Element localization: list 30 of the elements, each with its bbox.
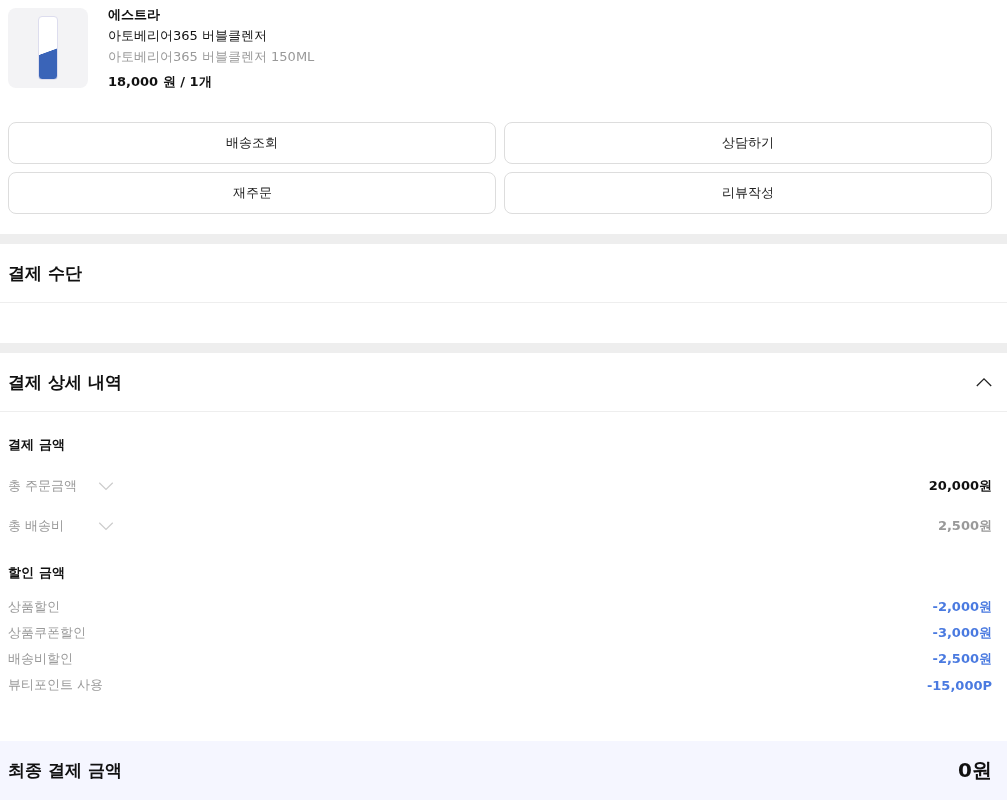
group-title: 결제 금액 <box>8 436 66 454</box>
amount-value: -15,000P <box>926 677 992 693</box>
section-title: 결제 상세 내역 <box>8 370 122 394</box>
amount-label: 총 배송비 <box>8 517 66 535</box>
action-button[interactable]: 재주문 <box>8 172 496 214</box>
amount-value: -2,000원 <box>932 598 992 616</box>
amount-label: 배송비할인 <box>8 650 74 668</box>
amount-value: 20,000원 <box>928 477 992 495</box>
amount-value: -2,500원 <box>932 650 992 668</box>
chevron-up-icon[interactable] <box>976 377 992 387</box>
final-total-value: 0원 <box>958 757 992 784</box>
final-total-label: 최종 결제 금액 <box>8 759 122 782</box>
amount-value: 2,500원 <box>937 517 992 535</box>
action-button[interactable]: 배송조회 <box>8 122 496 164</box>
section-title: 결제 수단 <box>8 261 82 285</box>
chevron-down-icon[interactable] <box>98 481 114 491</box>
product-option: 아토베리어365 버블클렌저 150ML <box>108 46 315 67</box>
amount-label: 뷰티포인트 사용 <box>8 676 104 694</box>
action-button[interactable]: 상담하기 <box>504 122 992 164</box>
action-button[interactable]: 리뷰작성 <box>504 172 992 214</box>
amount-label: 상품할인 <box>8 598 61 616</box>
brand-name: 에스트라 <box>108 6 161 24</box>
amount-label: 상품쿠폰할인 <box>8 624 86 642</box>
amount-value: -3,000원 <box>932 624 992 642</box>
product-price: 18,000 원 / 1개 <box>108 73 213 91</box>
bottle-drawing <box>38 16 58 80</box>
group-title: 할인 금액 <box>8 564 66 582</box>
amount-label: 총 주문금액 <box>8 477 79 495</box>
product-name: 아토베리어365 버블클렌저 <box>108 27 268 45</box>
chevron-down-icon[interactable] <box>98 521 114 531</box>
